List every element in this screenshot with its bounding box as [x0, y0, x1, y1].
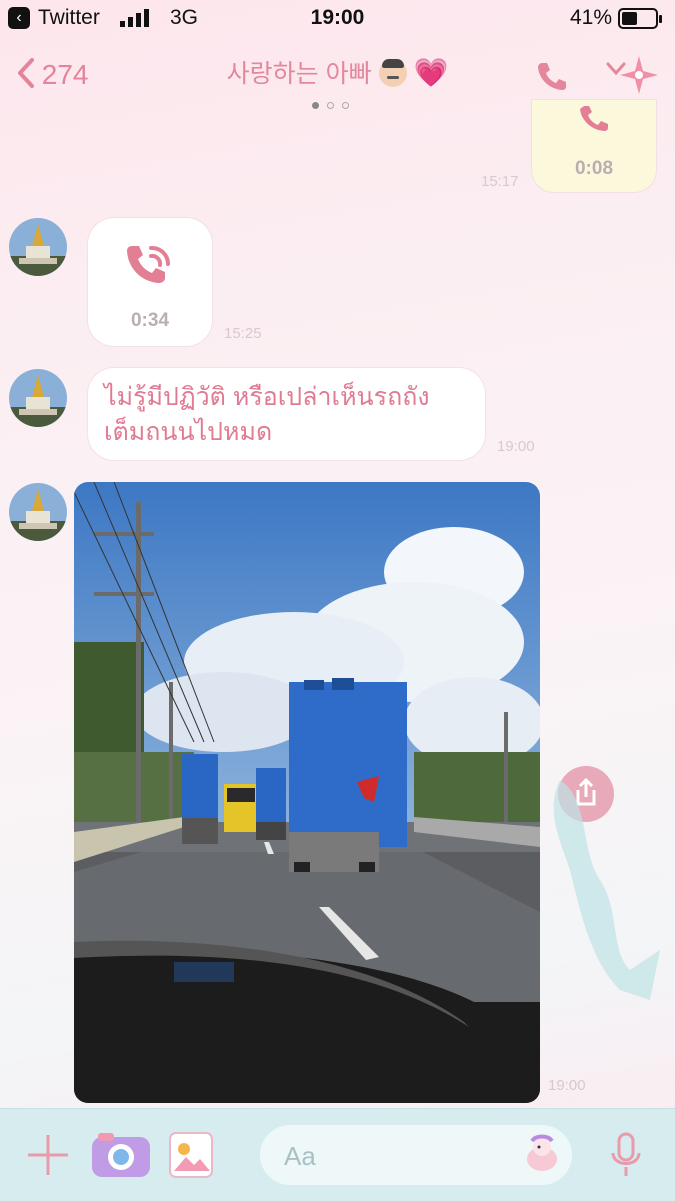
message-text: ไม่รู้มีปฏิวัติ หรือเปล่าเห็นรถถัง เต็มถ… — [104, 380, 479, 450]
message-time: 15:17 — [481, 173, 519, 190]
input-bar: Aa — [0, 1108, 675, 1201]
call-bubble-outgoing[interactable]: 0:08 — [532, 100, 656, 192]
battery-icon — [618, 8, 662, 29]
man-emoji-icon — [378, 59, 407, 87]
message-time: 15:25 — [224, 325, 262, 342]
temple-avatar-image — [9, 218, 67, 276]
message-line: ไม่รู้มีปฏิวัติ หรือเปล่าเห็นรถถัง — [104, 383, 430, 411]
battery-percent: 41% — [570, 6, 613, 29]
call-bubble-incoming[interactable]: 0:34 — [88, 218, 212, 346]
avatar[interactable] — [9, 218, 67, 276]
avatar[interactable] — [9, 369, 67, 427]
temple-avatar-image — [9, 483, 67, 541]
mermaid-decoration-icon — [553, 780, 660, 1000]
plus-icon[interactable] — [26, 1133, 70, 1177]
gallery-icon[interactable] — [166, 1129, 216, 1181]
message-time: 19:00 — [497, 438, 535, 455]
call-duration: 0:08 — [574, 158, 614, 179]
chat-title[interactable]: 사랑하는 아빠 💗 — [0, 54, 675, 90]
phone-call-icon — [580, 106, 608, 131]
microphone-icon[interactable] — [608, 1131, 644, 1179]
chat-title-text: 사랑하는 아빠 — [226, 60, 372, 88]
message-line: เต็มถนนไปหมด — [104, 418, 273, 446]
avatar[interactable] — [9, 483, 67, 541]
photo-message[interactable] — [74, 482, 540, 1103]
sticker-icon[interactable] — [522, 1133, 564, 1177]
call-duration: 0:34 — [130, 310, 170, 331]
status-bar: ‹ Twitter 3G 19:00 41% — [0, 0, 675, 38]
phone-call-icon — [127, 246, 171, 283]
message-time: 19:00 — [548, 1077, 586, 1094]
star-decoration-icon — [620, 56, 658, 94]
text-bubble[interactable]: ไม่รู้มีปฏิวัติ หรือเปล่าเห็นรถถัง เต็มถ… — [88, 368, 485, 460]
camera-icon[interactable] — [88, 1129, 154, 1181]
road-trucks-photo — [74, 482, 540, 1103]
temple-avatar-image — [9, 369, 67, 427]
input-placeholder: Aa — [284, 1141, 316, 1171]
message-input[interactable]: Aa — [260, 1125, 572, 1185]
phone-call-icon[interactable] — [536, 60, 566, 90]
page-dots — [312, 96, 357, 114]
heart-icon: 💗 — [413, 57, 449, 88]
